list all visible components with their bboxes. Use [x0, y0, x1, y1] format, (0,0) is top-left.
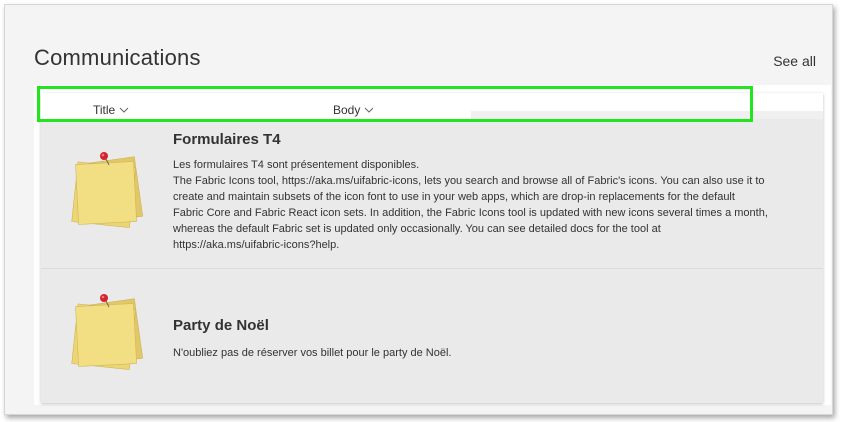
web-part-frame: Communications See all Title Body Formul…: [4, 4, 833, 415]
sticky-note-icon: [71, 152, 143, 228]
column-header-body[interactable]: Body: [333, 103, 374, 117]
item-body: N'oubliez pas de réserver vos billet pou…: [173, 347, 452, 359]
page-title: Communications: [34, 45, 201, 70]
column-header-body-label: Body: [333, 103, 361, 117]
list-item[interactable]: Formulaires T4 Les formulaires T4 sont p…: [41, 119, 823, 269]
item-title: Formulaires T4: [173, 131, 281, 148]
list-panel: Title Body Formulaires T4 Les formulaire…: [34, 85, 831, 405]
chevron-down-icon: [119, 107, 129, 113]
sticky-note-icon: [71, 294, 143, 370]
item-body: Les formulaires T4 sont présentement dis…: [173, 159, 768, 251]
column-header-title-label: Title: [93, 103, 116, 117]
item-title: Party de Noël: [173, 317, 269, 334]
list-item[interactable]: Party de Noël N'oubliez pas de réserver …: [41, 269, 823, 403]
communications-list: Title Body Formulaires T4 Les formulaire…: [41, 93, 823, 403]
column-header-title[interactable]: Title: [93, 103, 129, 117]
see-all-link[interactable]: See all: [773, 53, 816, 69]
chevron-down-icon: [365, 107, 374, 113]
list-header-row: Title Body: [41, 93, 823, 119]
